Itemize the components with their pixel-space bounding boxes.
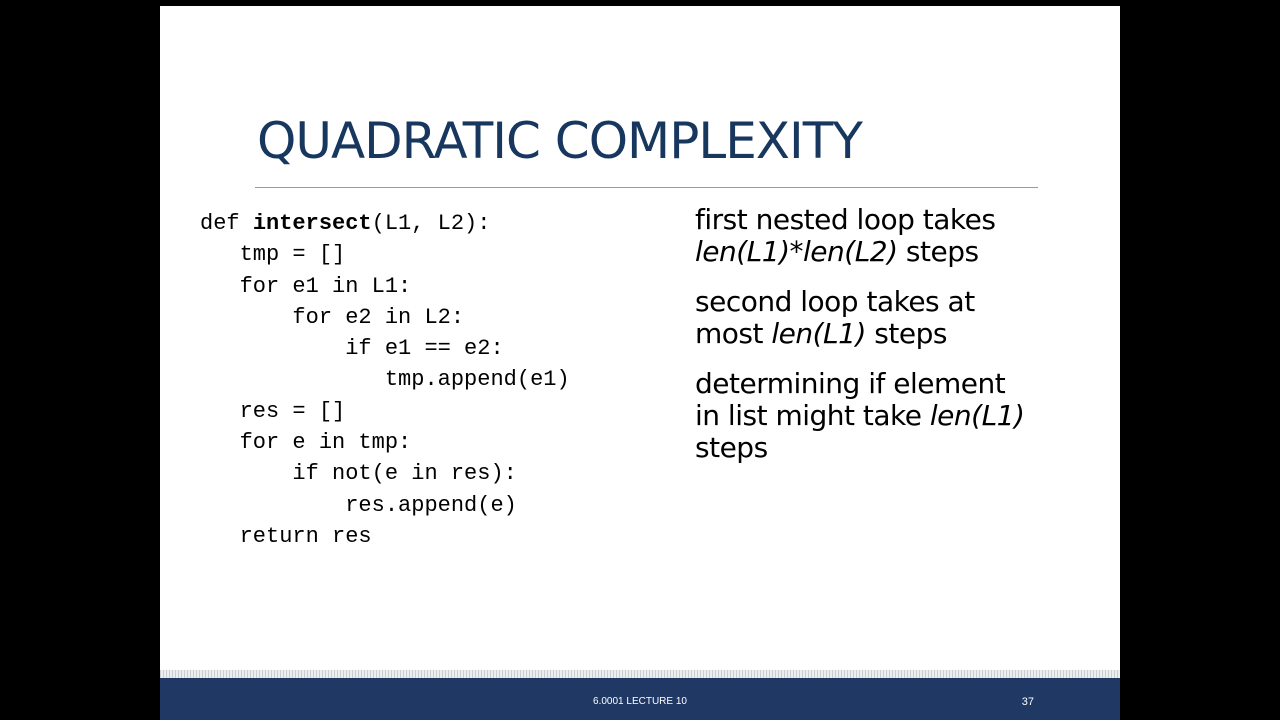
slide-number: 37 [1021, 696, 1034, 708]
note-text: determining if element [695, 367, 1006, 400]
code-rest: for e1 in L1: [239, 273, 412, 299]
code-rest: tmp.append(e1) [384, 367, 570, 393]
title-divider [255, 187, 1038, 188]
code-line: tmp = [] [200, 239, 570, 270]
code-prefix: def [200, 211, 253, 236]
code-rest: for e2 in L2: [292, 304, 465, 330]
code-block: def intersect(L1, L2): tmp = [] for e1 i… [200, 208, 570, 552]
code-line: for e1 in L1: [200, 271, 570, 302]
code-rest: res = [] [239, 398, 346, 424]
code-line: if e1 == e2: [200, 333, 570, 364]
code-rest: if not(e in res): [292, 461, 517, 487]
function-name: intersect [252, 211, 372, 236]
note-nested-loop: first nested loop takes len(L1)*len(L2) … [695, 204, 1105, 268]
note-text: most [695, 317, 772, 350]
note-formula: len(L1)*len(L2) [695, 235, 898, 268]
code-rest: res.append(e) [345, 492, 517, 518]
code-line: res = [] [200, 396, 570, 427]
code-rest: for e in tmp: [239, 430, 412, 456]
note-text: steps [897, 235, 979, 268]
code-rest: tmp = [] [239, 242, 346, 268]
code-line: for e2 in L2: [200, 302, 570, 333]
code-line: tmp.append(e1) [200, 364, 570, 395]
note-formula: len(L1) [771, 317, 866, 350]
notes-panel: first nested loop takes len(L1)*len(L2) … [695, 204, 1105, 482]
code-line: def intersect(L1, L2): [200, 208, 570, 239]
code-line: if not(e in res): [200, 458, 570, 489]
code-rest: (L1, L2): [371, 211, 491, 236]
slide-footer: 6.0001 LECTURE 10 37 [160, 678, 1120, 720]
note-text: second loop takes at [695, 285, 975, 318]
code-line: res.append(e) [200, 490, 570, 521]
code-line: for e in tmp: [200, 427, 570, 458]
code-rest: return res [239, 523, 372, 549]
note-text: steps [865, 317, 947, 350]
footer-stripe [160, 670, 1120, 678]
code-rest: if e1 == e2: [345, 336, 504, 362]
code-line: return res [200, 521, 570, 552]
note-formula: len(L1) [929, 399, 1025, 432]
slide-title: QUADRATIC COMPLEXITY [257, 112, 863, 170]
note-text: first nested loop takes [695, 203, 996, 236]
slide: QUADRATIC COMPLEXITY def intersect(L1, L… [160, 6, 1120, 720]
note-second-loop: second loop takes at most len(L1) steps [695, 286, 1105, 350]
note-membership: determining if element in list might tak… [695, 368, 1105, 464]
footer-label: 6.0001 LECTURE 10 [593, 696, 687, 707]
note-text: steps [695, 431, 768, 464]
note-text: in list might take [695, 399, 930, 432]
